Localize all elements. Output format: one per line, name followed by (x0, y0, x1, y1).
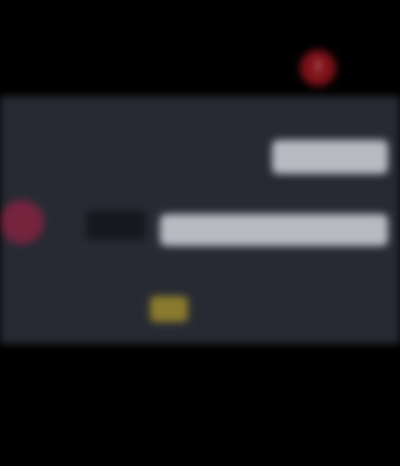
alert-icon[interactable]: ! (300, 50, 336, 86)
banner: ! (0, 0, 400, 96)
alert-icon-glyph: ! (315, 59, 321, 76)
dark-button[interactable] (86, 210, 146, 240)
avatar[interactable] (0, 200, 44, 244)
banner-title (70, 36, 290, 76)
status-badge (150, 296, 188, 322)
wide-button[interactable] (160, 214, 388, 246)
row1-button[interactable] (272, 140, 388, 174)
divider-1 (0, 184, 400, 185)
settings-panel (0, 96, 400, 344)
app-screen: ! (0, 0, 400, 466)
divider-2 (0, 282, 400, 283)
